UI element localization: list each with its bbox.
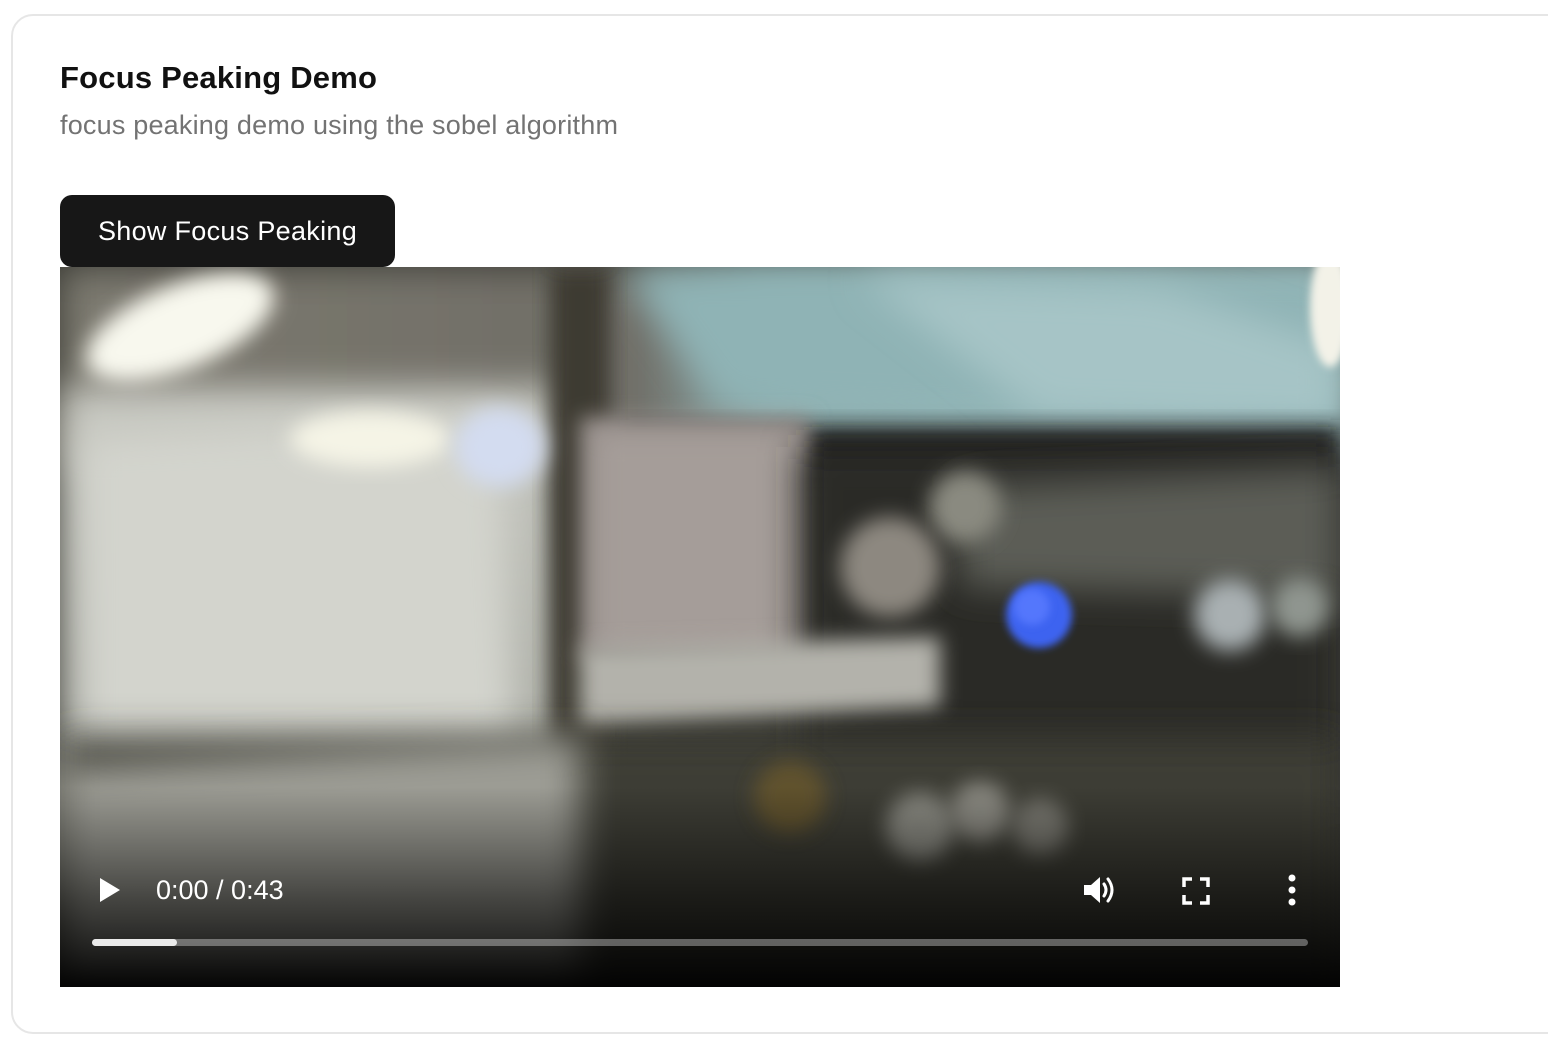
show-focus-peaking-button[interactable]: Show Focus Peaking [60, 195, 395, 267]
buffered-progress [92, 939, 178, 946]
play-icon[interactable] [94, 875, 124, 905]
more-vertical-icon[interactable] [1282, 873, 1302, 907]
video-player[interactable]: 0:00 / 0:43 [60, 267, 1340, 987]
page-title: Focus Peaking Demo [60, 60, 378, 95]
page-subtitle: focus peaking demo using the sobel algor… [60, 110, 619, 140]
volume-icon[interactable] [1082, 873, 1118, 907]
time-display: 0:00 / 0:43 [156, 875, 284, 905]
fullscreen-icon[interactable] [1182, 877, 1210, 905]
seek-bar[interactable] [92, 939, 1308, 946]
